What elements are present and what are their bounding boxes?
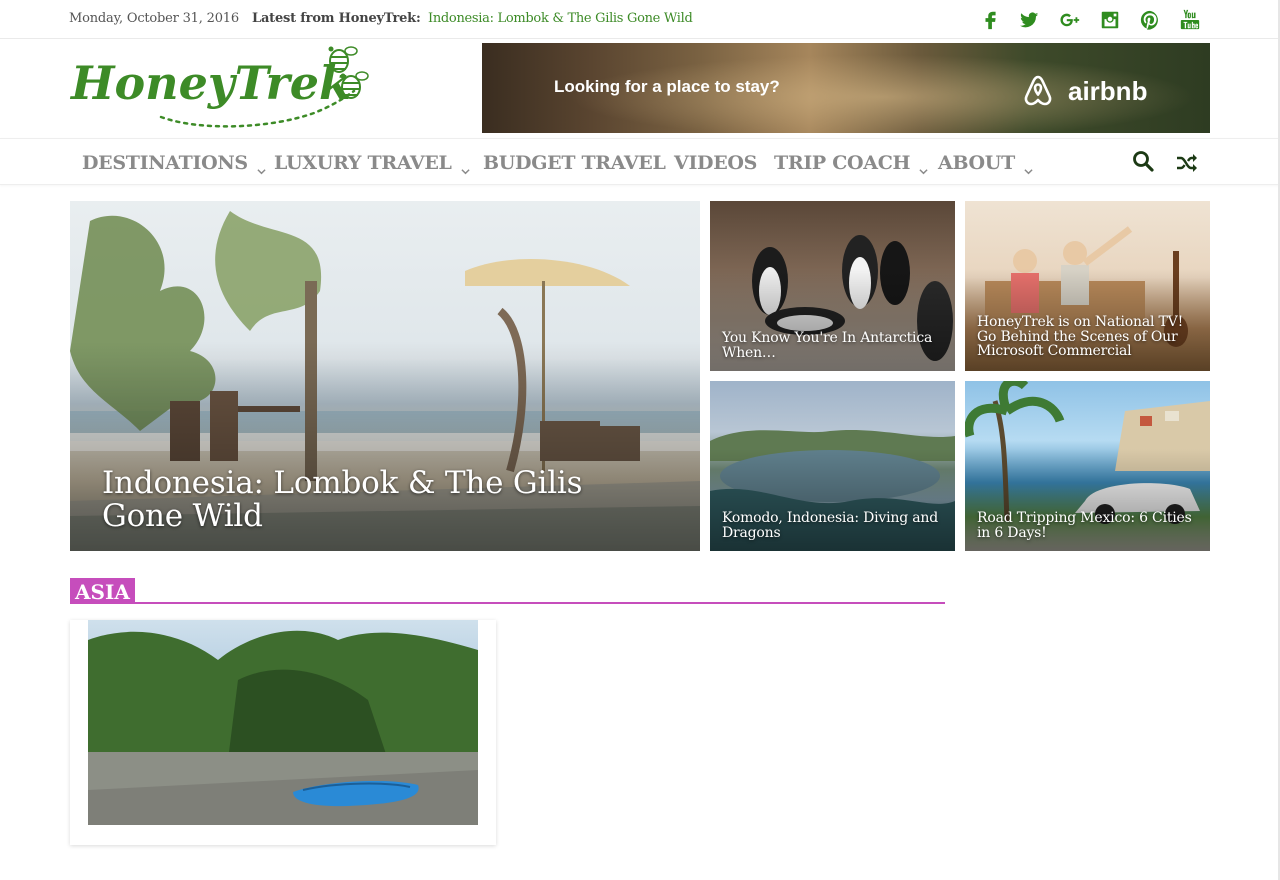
section-title-asia[interactable]: ASIA bbox=[70, 578, 135, 604]
google-plus-icon[interactable] bbox=[1057, 7, 1083, 33]
latest-label: Latest from HoneyTrek: bbox=[252, 11, 421, 26]
featured-post-tile[interactable]: HoneyTrek is on National TV! Go Behind t… bbox=[965, 201, 1210, 371]
ad-tagline: Looking for a place to stay? bbox=[554, 77, 780, 96]
ad-brand: airbnb bbox=[1018, 71, 1147, 111]
site-logo[interactable]: HoneyTrek bbox=[69, 43, 371, 131]
pinterest-icon[interactable] bbox=[1137, 7, 1163, 33]
random-post-icon[interactable] bbox=[1176, 153, 1198, 173]
nav-item-label: BUDGET TRAVEL bbox=[483, 152, 666, 174]
twitter-icon[interactable] bbox=[1016, 7, 1042, 33]
airbnb-ad-banner[interactable]: Looking for a place to stay? airbnb bbox=[482, 43, 1210, 133]
nav-item-label: DESTINATIONS bbox=[82, 152, 248, 174]
tile-title[interactable]: Road Tripping Mexico: 6 Cities in 6 Days… bbox=[977, 511, 1202, 541]
tile-title[interactable]: Komodo, Indonesia: Diving and Dragons bbox=[722, 511, 947, 541]
post-card[interactable] bbox=[70, 620, 496, 845]
search-icon[interactable] bbox=[1132, 150, 1154, 172]
nav-item-videos[interactable]: VIDEOS bbox=[674, 152, 757, 174]
nav-item-label: LUXURY TRAVEL bbox=[274, 152, 452, 174]
post-card-image[interactable] bbox=[88, 620, 478, 825]
instagram-icon[interactable] bbox=[1097, 7, 1123, 33]
facebook-icon[interactable] bbox=[978, 7, 1004, 33]
nav-item-label: TRIP COACH bbox=[774, 152, 911, 174]
logo-text: HoneyTrek bbox=[69, 56, 351, 110]
chevron-down-icon bbox=[919, 159, 928, 174]
chevron-down-icon bbox=[1024, 159, 1033, 174]
nav-item-destinations[interactable]: DESTINATIONS bbox=[82, 152, 266, 174]
top-bar: Monday, October 31, 2016 Latest from Hon… bbox=[0, 0, 1280, 39]
section-divider bbox=[70, 602, 945, 604]
tile-title[interactable]: HoneyTrek is on National TV! Go Behind t… bbox=[977, 315, 1202, 359]
chevron-down-icon bbox=[257, 159, 266, 174]
main-nav: DESTINATIONS LUXURY TRAVEL BUDGET TRAVEL… bbox=[0, 138, 1280, 185]
featured-post-tile[interactable]: You Know You're In Antarctica When… bbox=[710, 201, 955, 371]
chevron-down-icon bbox=[460, 159, 470, 174]
tile-title[interactable]: You Know You're In Antarctica When… bbox=[722, 331, 947, 361]
featured-main-title[interactable]: Indonesia: Lombok & The Gilis Gone Wild bbox=[102, 467, 662, 532]
nav-item-luxury-travel[interactable]: LUXURY TRAVEL bbox=[274, 152, 470, 174]
youtube-icon[interactable] bbox=[1177, 7, 1203, 33]
ad-brand-text: airbnb bbox=[1068, 75, 1148, 106]
featured-main-post[interactable]: Indonesia: Lombok & The Gilis Gone Wild bbox=[70, 201, 700, 551]
nav-item-label: ABOUT bbox=[938, 152, 1015, 174]
airbnb-logo-icon bbox=[1024, 75, 1052, 106]
featured-post-tile[interactable]: Road Tripping Mexico: 6 Cities in 6 Days… bbox=[965, 381, 1210, 551]
nav-item-label: VIDEOS bbox=[674, 152, 758, 174]
nav-item-budget-travel[interactable]: BUDGET TRAVEL bbox=[483, 152, 666, 174]
latest-post-link[interactable]: Indonesia: Lombok & The Gilis Gone Wild bbox=[428, 11, 693, 26]
nav-item-about[interactable]: ABOUT bbox=[938, 152, 1033, 174]
featured-post-tile[interactable]: Komodo, Indonesia: Diving and Dragons bbox=[710, 381, 955, 551]
current-date: Monday, October 31, 2016 bbox=[69, 11, 239, 26]
nav-item-trip-coach[interactable]: TRIP COACH bbox=[774, 152, 928, 174]
